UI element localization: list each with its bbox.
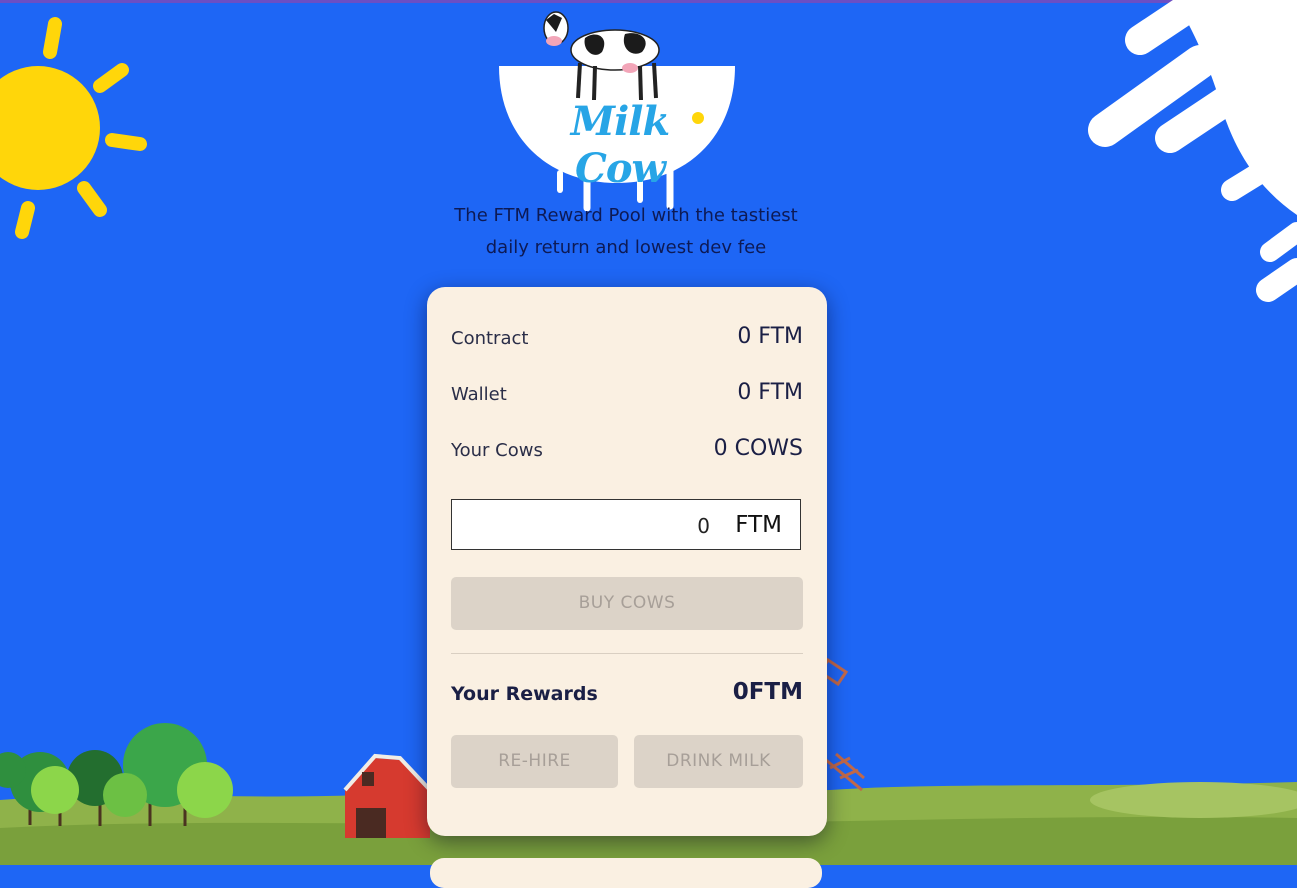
sun-icon [0, 17, 147, 239]
tagline-line-2: daily return and lowest dev fee [485, 237, 767, 258]
deposit-amount-value: 0 [697, 514, 710, 538]
rewards-label: Your Rewards [451, 683, 598, 705]
rewards-value: 0FTM [732, 679, 803, 705]
barn-icon [343, 753, 432, 838]
deposit-amount-input[interactable]: 0 FTM [451, 499, 801, 550]
wallet-row: Wallet 0 FTM [451, 380, 803, 410]
cows-row: Your Cows 0 COWS [451, 436, 803, 466]
divider [451, 653, 803, 654]
drink-milk-button[interactable]: DRINK MILK [634, 735, 803, 788]
cows-label: Your Cows [451, 440, 543, 461]
contract-label: Contract [451, 328, 529, 349]
milk-splash-icon [1088, 0, 1297, 302]
wallet-label: Wallet [451, 384, 507, 405]
next-card-edge [430, 858, 822, 888]
contract-row: Contract 0 FTM [451, 324, 803, 354]
buy-cows-button[interactable]: BUY COWS [451, 577, 803, 630]
tagline: The FTM Reward Pool with the tastiest da… [400, 200, 852, 264]
tagline-line-1: The FTM Reward Pool with the tastiest [454, 205, 798, 226]
contract-value: 0 FTM [737, 324, 803, 349]
deposit-unit: FTM [735, 512, 782, 538]
cows-value: 0 COWS [713, 436, 803, 461]
trees-icon [0, 723, 233, 826]
pool-card: Contract 0 FTM Wallet 0 FTM Your Cows 0 … [427, 287, 827, 836]
wallet-value: 0 FTM [737, 380, 803, 405]
rehire-button[interactable]: RE-HIRE [451, 735, 618, 788]
logo-text: Milk Cow [570, 98, 670, 192]
